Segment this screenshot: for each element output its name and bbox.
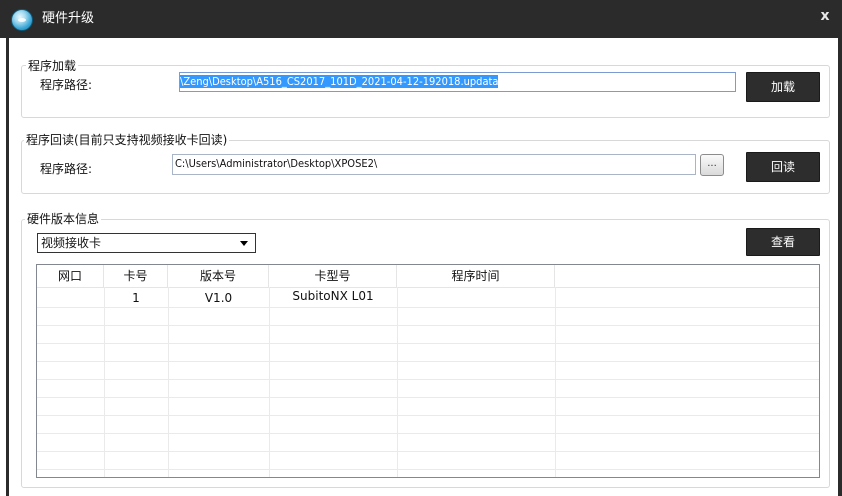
row-gridline	[37, 343, 819, 344]
row-gridline	[37, 307, 819, 308]
row-gridline	[37, 325, 819, 326]
load-button[interactable]: 加载	[746, 72, 820, 102]
readback-path-label: 程序路径:	[40, 162, 93, 176]
column-header-time[interactable]: 程序时间	[397, 265, 555, 287]
load-path-label: 程序路径:	[40, 78, 93, 92]
column-divider	[104, 287, 105, 477]
view-button[interactable]: 查看	[746, 228, 820, 256]
browse-button[interactable]: ...	[700, 154, 724, 176]
cell-version: V1.0	[204, 291, 233, 305]
column-divider	[168, 287, 169, 477]
row-gridline	[37, 397, 819, 398]
column-divider	[555, 287, 556, 477]
version-list[interactable]: 网口 卡号 版本号 卡型号 程序时间 1 V1.0 SubitoNX L01	[36, 264, 820, 478]
column-divider	[269, 287, 270, 477]
readback-group-title: 程序回读(目前只支持视频接收卡回读)	[24, 133, 230, 147]
title-bar[interactable]: 硬件升级 x	[0, 0, 842, 38]
row-gridline	[37, 379, 819, 380]
cell-model: SubitoNX L01	[292, 289, 374, 303]
cell-card: 1	[132, 291, 140, 305]
row-gridline	[37, 451, 819, 452]
readback-path-input[interactable]: C:\Users\Administrator\Desktop\XPOSE2\	[172, 154, 696, 175]
row-gridline	[37, 361, 819, 362]
version-group-title: 硬件版本信息	[25, 212, 102, 226]
row-gridline	[37, 433, 819, 434]
load-group-title: 程序加载	[26, 59, 79, 73]
chevron-down-icon[interactable]	[240, 241, 248, 246]
column-header-port[interactable]: 网口	[37, 265, 104, 287]
card-type-value: 视频接收卡	[41, 236, 102, 250]
column-header-model[interactable]: 卡型号	[269, 265, 397, 287]
column-header-card[interactable]: 卡号	[104, 265, 168, 287]
row-gridline	[37, 415, 819, 416]
readback-button[interactable]: 回读	[746, 152, 820, 182]
window-title: 硬件升级	[42, 11, 95, 26]
column-header-version[interactable]: 版本号	[168, 265, 269, 287]
list-header: 网口 卡号 版本号 卡型号 程序时间	[37, 265, 819, 288]
load-path-value: \Zeng\Desktop\A516_CS2017_101D_2021-04-1…	[180, 75, 499, 88]
close-button[interactable]: x	[808, 3, 842, 29]
window-frame-left	[6, 38, 9, 496]
card-type-select[interactable]: 视频接收卡	[37, 233, 256, 253]
window-frame-right	[838, 38, 842, 496]
app-disc-icon	[11, 9, 33, 31]
load-path-input[interactable]: \Zeng\Desktop\A516_CS2017_101D_2021-04-1…	[179, 72, 736, 92]
column-divider	[397, 287, 398, 477]
row-gridline	[37, 469, 819, 470]
